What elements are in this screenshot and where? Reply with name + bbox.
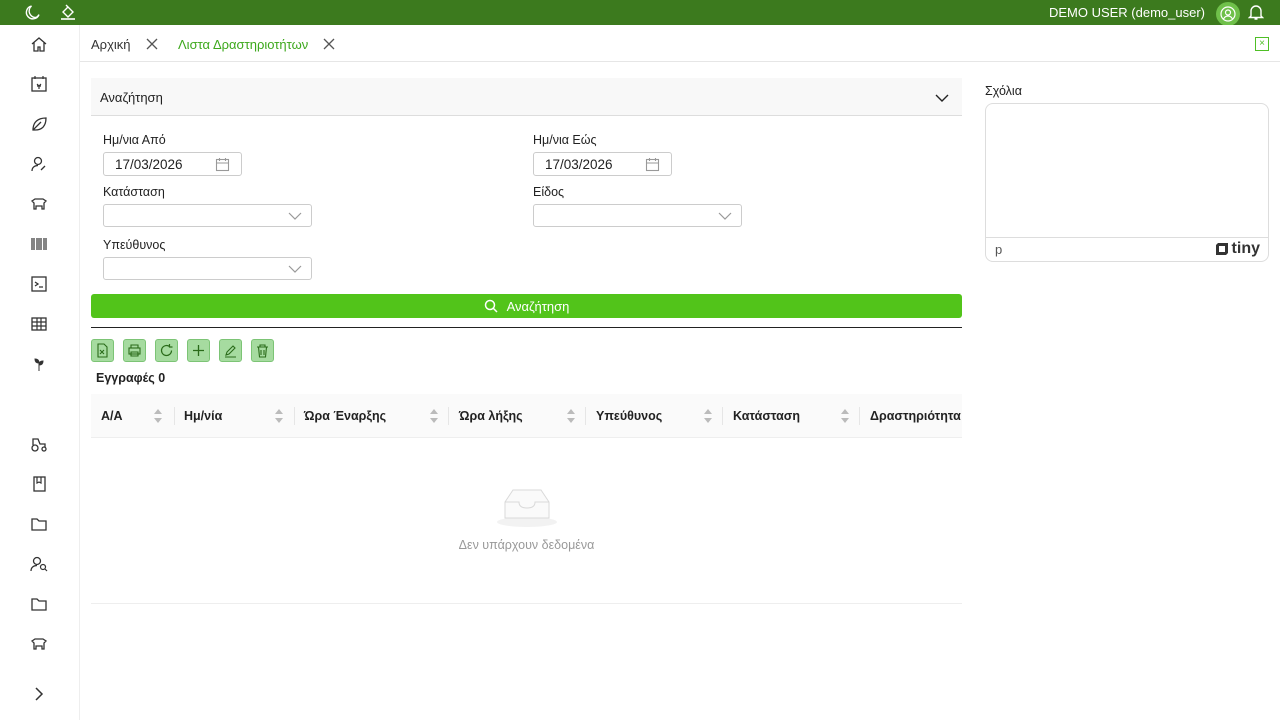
column-label: Κατάσταση xyxy=(733,409,800,423)
user-label[interactable]: DEMO USER (demo_user) xyxy=(1049,5,1205,20)
excel-icon xyxy=(97,343,108,358)
chevron-down-icon[interactable] xyxy=(934,90,950,106)
folder-icon[interactable] xyxy=(30,515,48,533)
search-button[interactable]: Αναζήτηση xyxy=(91,294,962,318)
chevron-right-icon[interactable] xyxy=(30,685,48,703)
column-header-status[interactable]: Κατάσταση xyxy=(733,394,863,438)
calendar-icon[interactable] xyxy=(645,157,660,172)
cow-icon[interactable] xyxy=(30,195,48,213)
tab-home[interactable]: Αρχική xyxy=(91,31,159,57)
type-select[interactable] xyxy=(533,204,742,227)
column-header-end-time[interactable]: Ώρα λήξης xyxy=(459,394,589,438)
refresh-icon xyxy=(160,344,173,357)
tiny-logo-icon xyxy=(1215,243,1228,255)
column-header-aa[interactable]: Α/Α xyxy=(101,394,171,438)
status-label: Κατάσταση xyxy=(103,185,165,199)
moon-icon[interactable] xyxy=(24,3,42,21)
column-header-date[interactable]: Ημ/νία xyxy=(184,394,294,438)
search-panel-header[interactable]: Αναζήτηση xyxy=(91,78,962,116)
table-header: Α/Α Ημ/νία Ώρα Έναρξης Ώρα λήξης Υπεύθυν… xyxy=(91,394,962,438)
close-icon[interactable] xyxy=(145,37,159,51)
tiny-brand-text: tiny xyxy=(1231,240,1260,257)
search-icon xyxy=(484,299,498,313)
barcode-icon[interactable] xyxy=(30,235,48,253)
delete-button[interactable] xyxy=(251,339,274,362)
column-label: Ημ/νία xyxy=(184,409,223,423)
calendar-icon[interactable] xyxy=(215,157,230,172)
responsible-select[interactable] xyxy=(103,257,312,280)
status-select[interactable] xyxy=(103,204,312,227)
leaf-icon[interactable] xyxy=(30,115,48,133)
close-all-tabs-button[interactable]: × xyxy=(1255,37,1269,51)
comments-label: Σχόλια xyxy=(985,84,1022,98)
avatar[interactable] xyxy=(1216,2,1240,26)
refresh-button[interactable] xyxy=(155,339,178,362)
folder-icon[interactable] xyxy=(30,595,48,613)
date-to-value: 17/03/2026 xyxy=(545,157,613,172)
tractor-icon[interactable] xyxy=(30,435,48,453)
column-header-responsible[interactable]: Υπεύθυνος xyxy=(596,394,726,438)
comments-editor[interactable]: p tiny xyxy=(985,103,1269,262)
responsible-label: Υπεύθυνος xyxy=(103,238,166,252)
sprout-icon[interactable] xyxy=(30,355,48,373)
user-search-icon[interactable] xyxy=(30,555,48,573)
tab-bar: Αρχική Λιστα Δραστηριοτήτων xyxy=(80,25,1280,62)
tiny-logo[interactable]: tiny xyxy=(1215,240,1260,258)
date-from-label: Ημ/νια Από xyxy=(103,133,166,147)
empty-message: Δεν υπάρχουν δεδομένα xyxy=(458,538,595,552)
tab-label: Λιστα Δραστηριοτήτων xyxy=(178,36,309,52)
pencil-icon xyxy=(225,345,236,358)
calendar-currency-icon[interactable] xyxy=(30,75,48,93)
sidebar xyxy=(0,25,80,720)
date-from-field[interactable]: 17/03/2026 xyxy=(103,152,242,176)
bell-icon[interactable] xyxy=(1247,3,1265,21)
records-count: Εγγραφές 0 xyxy=(96,371,166,385)
sort-icon[interactable] xyxy=(153,405,163,427)
edit-button[interactable] xyxy=(219,339,242,362)
table-icon[interactable] xyxy=(30,315,48,333)
trash-icon xyxy=(257,344,268,358)
divider xyxy=(91,327,962,328)
printer-icon xyxy=(128,344,141,357)
plus-icon xyxy=(193,345,204,356)
user-edit-icon[interactable] xyxy=(30,155,48,173)
activity-table: Α/Α Ημ/νία Ώρα Έναρξης Ώρα λήξης Υπεύθυν… xyxy=(91,394,962,604)
top-bar: DEMO USER (demo_user) xyxy=(0,0,1280,26)
export-excel-button[interactable] xyxy=(91,339,114,362)
tab-label: Αρχική xyxy=(91,36,131,52)
paint-bucket-icon[interactable] xyxy=(59,3,77,21)
column-label: Υπεύθυνος xyxy=(596,409,663,423)
home-icon[interactable] xyxy=(30,35,48,53)
sort-icon[interactable] xyxy=(703,405,713,427)
cow-icon[interactable] xyxy=(30,635,48,653)
chevron-down-icon xyxy=(718,212,732,220)
column-label: Δραστηριότητα xyxy=(870,409,961,423)
date-to-field[interactable]: 17/03/2026 xyxy=(533,152,672,176)
element-path[interactable]: p xyxy=(995,242,1002,257)
editor-statusbar: p tiny xyxy=(986,237,1268,261)
add-button[interactable] xyxy=(187,339,210,362)
column-header-activity[interactable]: Δραστηριότητα xyxy=(870,394,962,438)
date-to-label: Ημ/νια Εώς xyxy=(533,133,597,147)
book-icon[interactable] xyxy=(30,475,48,493)
close-icon[interactable] xyxy=(322,37,336,51)
column-label: Ώρα Έναρξης xyxy=(304,409,387,423)
type-label: Είδος xyxy=(533,185,565,199)
search-panel-title: Αναζήτηση xyxy=(100,90,163,105)
column-label: Ώρα λήξης xyxy=(459,409,523,423)
date-from-value: 17/03/2026 xyxy=(115,157,183,172)
tab-activity-list[interactable]: Λιστα Δραστηριοτήτων xyxy=(178,31,336,57)
empty-inbox-icon xyxy=(497,489,557,527)
search-button-label: Αναζήτηση xyxy=(506,298,570,314)
sort-icon[interactable] xyxy=(840,405,850,427)
chevron-down-icon xyxy=(288,265,302,273)
print-button[interactable] xyxy=(123,339,146,362)
terminal-icon[interactable] xyxy=(30,275,48,293)
sort-icon[interactable] xyxy=(429,405,439,427)
sort-icon[interactable] xyxy=(274,405,284,427)
column-label: Α/Α xyxy=(101,409,123,423)
chevron-down-icon xyxy=(288,212,302,220)
column-header-start-time[interactable]: Ώρα Έναρξης xyxy=(304,394,444,438)
sort-icon[interactable] xyxy=(566,405,576,427)
